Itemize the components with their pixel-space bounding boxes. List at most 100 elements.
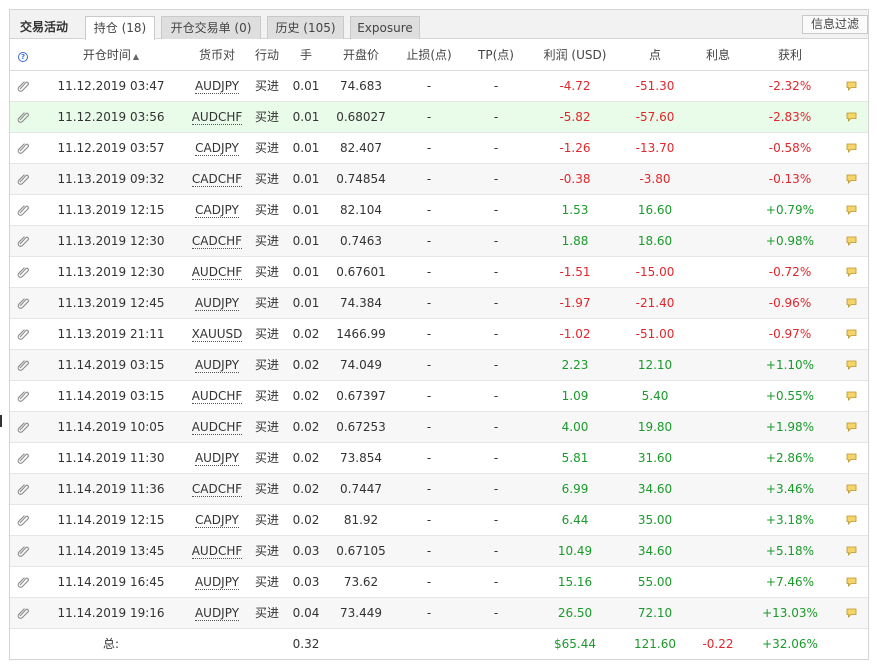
col-lots[interactable]: 手 xyxy=(286,40,326,71)
cell-symbol[interactable]: CADJPY xyxy=(186,132,248,164)
cell-symbol[interactable]: AUDJPY xyxy=(186,597,248,629)
table-row[interactable]: 11.13.2019 12:30 CADCHF 买进 0.01 0.7463- -1.88… xyxy=(10,225,868,257)
col-open-time[interactable]: 开仓时间 ▲ xyxy=(36,40,186,71)
paperclip-icon[interactable] xyxy=(10,256,36,288)
table-row[interactable]: 11.14.2019 11:36 CADCHF 买进 0.02 0.7447- -6.99… xyxy=(10,473,868,505)
symbol-link[interactable]: AUDJPY xyxy=(194,357,240,373)
table-row[interactable]: 11.14.2019 19:16 AUDJPY 买进 0.04 73.449- -26.5… xyxy=(10,597,868,629)
cell-symbol[interactable]: CADJPY xyxy=(186,504,248,536)
col-profit[interactable]: 利润 (USD) xyxy=(530,40,620,71)
paperclip-icon[interactable] xyxy=(10,132,36,164)
symbol-link[interactable]: CADJPY xyxy=(195,140,239,156)
help-icon[interactable]: ? xyxy=(18,51,28,62)
paperclip-icon[interactable] xyxy=(10,318,36,350)
table-row[interactable]: 11.14.2019 13:45 AUDCHF 买进 0.03 0.67105- -10.… xyxy=(10,535,868,567)
tab-history[interactable]: 历史 (105) xyxy=(267,16,344,39)
cell-symbol[interactable]: CADJPY xyxy=(186,194,248,226)
table-row[interactable]: 11.14.2019 10:05 AUDCHF 买进 0.02 0.67253- -4.0… xyxy=(10,411,868,443)
tab-exposure[interactable]: Exposure xyxy=(350,16,420,39)
comment-bubble-icon[interactable] xyxy=(834,194,868,226)
cell-symbol[interactable]: AUDCHF xyxy=(186,535,248,567)
table-row[interactable]: 11.14.2019 16:45 AUDJPY 买进 0.03 73.62- -15.16… xyxy=(10,566,868,598)
table-row[interactable]: 11.13.2019 12:45 AUDJPY 买进 0.01 74.384- - -1.9… xyxy=(10,287,868,319)
col-open-price[interactable]: 开盘价 xyxy=(326,40,396,71)
cell-symbol[interactable]: AUDJPY xyxy=(186,566,248,598)
col-stop-loss[interactable]: 止损(点) xyxy=(396,40,462,71)
paperclip-icon[interactable] xyxy=(10,349,36,381)
cell-symbol[interactable]: XAUUSD xyxy=(186,318,248,350)
comment-bubble-icon[interactable] xyxy=(834,225,868,257)
table-row[interactable]: 11.14.2019 03:15 AUDJPY 买进 0.02 74.049- -2.23… xyxy=(10,349,868,381)
paperclip-icon[interactable] xyxy=(10,101,36,133)
cell-symbol[interactable]: CADCHF xyxy=(186,163,248,195)
comment-bubble-icon[interactable] xyxy=(834,163,868,195)
paperclip-icon[interactable] xyxy=(10,535,36,567)
cell-symbol[interactable]: AUDCHF xyxy=(186,256,248,288)
info-filter-button[interactable]: 信息过滤 xyxy=(802,15,868,34)
comment-bubble-icon[interactable] xyxy=(834,256,868,288)
symbol-link[interactable]: CADJPY xyxy=(195,512,239,528)
symbol-link[interactable]: CADCHF xyxy=(191,233,243,249)
paperclip-icon[interactable] xyxy=(10,597,36,629)
comment-bubble-icon[interactable] xyxy=(834,535,868,567)
symbol-link[interactable]: AUDJPY xyxy=(194,605,240,621)
col-gain[interactable]: 获利 xyxy=(746,40,834,71)
comment-bubble-icon[interactable] xyxy=(834,411,868,443)
paperclip-icon[interactable] xyxy=(10,287,36,319)
paperclip-icon[interactable] xyxy=(10,194,36,226)
col-points[interactable]: 点 xyxy=(620,40,690,71)
symbol-link[interactable]: CADCHF xyxy=(191,481,243,497)
comment-bubble-icon[interactable] xyxy=(834,101,868,133)
symbol-link[interactable]: CADCHF xyxy=(191,171,243,187)
cell-symbol[interactable]: CADCHF xyxy=(186,225,248,257)
tab-pending-orders[interactable]: 开仓交易单 (0) xyxy=(161,16,261,39)
symbol-link[interactable]: CADJPY xyxy=(195,202,239,218)
cell-symbol[interactable]: AUDJPY xyxy=(186,70,248,102)
table-row[interactable]: 11.12.2019 03:56 AUDCHF 买进 0.01 0.68027- - -5.… xyxy=(10,101,868,133)
table-row[interactable]: 11.14.2019 11:30 AUDJPY 买进 0.02 73.854- -5.81… xyxy=(10,442,868,474)
paperclip-icon[interactable] xyxy=(10,163,36,195)
cell-symbol[interactable]: AUDJPY xyxy=(186,349,248,381)
symbol-link[interactable]: AUDCHF xyxy=(191,388,243,404)
col-action[interactable]: 行动 xyxy=(248,40,286,71)
comment-bubble-icon[interactable] xyxy=(834,597,868,629)
table-row[interactable]: 11.13.2019 21:11 XAUUSD 买进 0.02 1466.99- - -1.… xyxy=(10,318,868,350)
table-row[interactable]: 11.14.2019 12:15 CADJPY 买进 0.02 81.92- -6.44 3… xyxy=(10,504,868,536)
cell-symbol[interactable]: AUDCHF xyxy=(186,411,248,443)
comment-bubble-icon[interactable] xyxy=(834,318,868,350)
comment-bubble-icon[interactable] xyxy=(834,380,868,412)
cell-symbol[interactable]: CADCHF xyxy=(186,473,248,505)
table-row[interactable]: 11.13.2019 12:15 CADJPY 买进 0.01 82.104- -1.53… xyxy=(10,194,868,226)
symbol-link[interactable]: AUDCHF xyxy=(191,543,243,559)
paperclip-icon[interactable] xyxy=(10,380,36,412)
col-take-profit[interactable]: TP(点) xyxy=(462,40,530,71)
paperclip-icon[interactable] xyxy=(10,411,36,443)
symbol-link[interactable]: AUDJPY xyxy=(194,78,240,94)
symbol-link[interactable]: XAUUSD xyxy=(191,326,243,342)
paperclip-icon[interactable] xyxy=(10,70,36,102)
table-row[interactable]: 11.13.2019 12:30 AUDCHF 买进 0.01 0.67601- - -1.… xyxy=(10,256,868,288)
symbol-link[interactable]: AUDCHF xyxy=(191,264,243,280)
col-interest[interactable]: 利息 xyxy=(690,40,746,71)
col-symbol[interactable]: 货币对 xyxy=(186,40,248,71)
paperclip-icon[interactable] xyxy=(10,504,36,536)
cell-symbol[interactable]: AUDCHF xyxy=(186,101,248,133)
comment-bubble-icon[interactable] xyxy=(834,70,868,102)
symbol-link[interactable]: AUDCHF xyxy=(191,419,243,435)
tab-positions[interactable]: 持仓 (18) xyxy=(85,16,155,40)
cell-symbol[interactable]: AUDJPY xyxy=(186,442,248,474)
paperclip-icon[interactable] xyxy=(10,225,36,257)
comment-bubble-icon[interactable] xyxy=(834,473,868,505)
table-row[interactable]: 11.14.2019 03:15 AUDCHF 买进 0.02 0.67397- -1.0… xyxy=(10,380,868,412)
paperclip-icon[interactable] xyxy=(10,473,36,505)
comment-bubble-icon[interactable] xyxy=(834,287,868,319)
comment-bubble-icon[interactable] xyxy=(834,349,868,381)
symbol-link[interactable]: AUDJPY xyxy=(194,574,240,590)
help-header[interactable]: ? xyxy=(10,40,36,71)
table-row[interactable]: 11.12.2019 03:47 AUDJPY 买进 0.01 74.683- - -4.7… xyxy=(10,70,868,102)
paperclip-icon[interactable] xyxy=(10,566,36,598)
table-row[interactable]: 11.13.2019 09:32 CADCHF 买进 0.01 0.74854- - -0.… xyxy=(10,163,868,195)
comment-bubble-icon[interactable] xyxy=(834,566,868,598)
comment-bubble-icon[interactable] xyxy=(834,442,868,474)
comment-bubble-icon[interactable] xyxy=(834,504,868,536)
